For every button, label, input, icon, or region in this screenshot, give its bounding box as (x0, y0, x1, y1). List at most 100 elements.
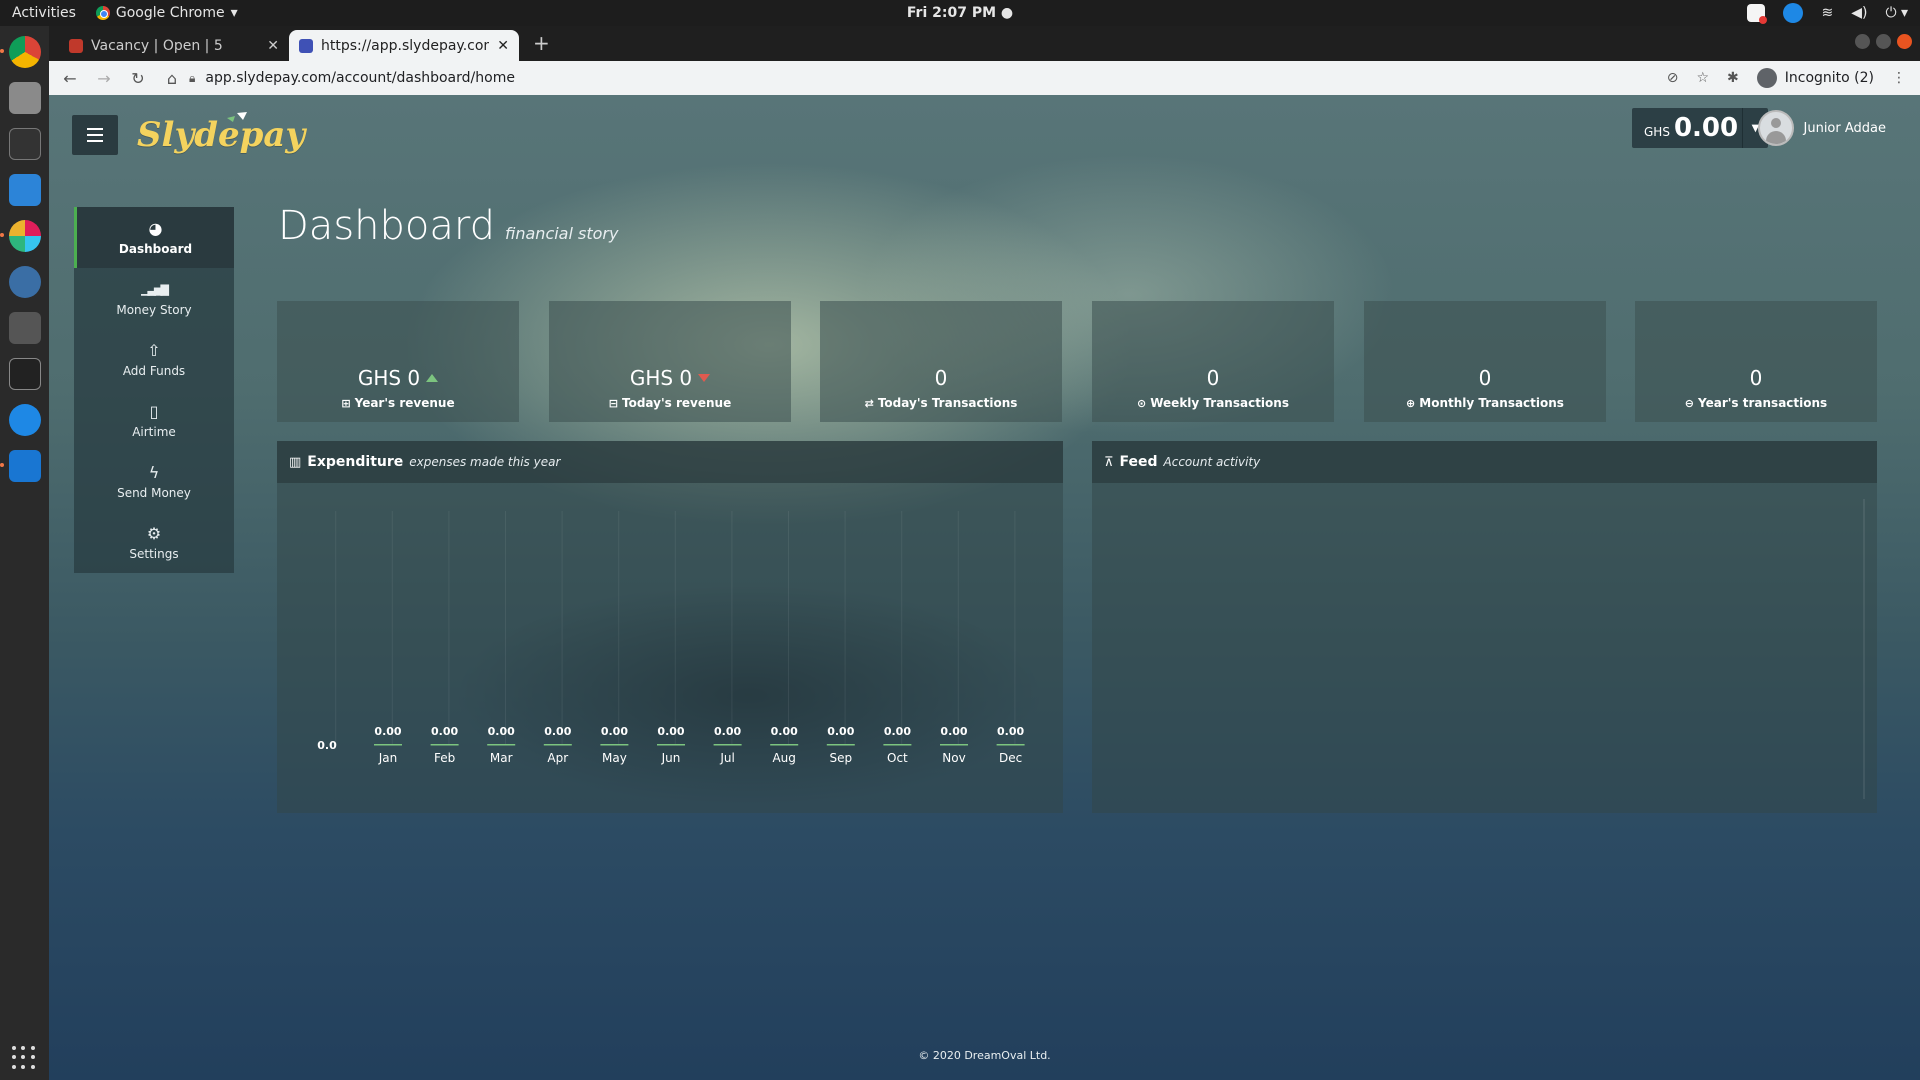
close-icon[interactable]: ✕ (497, 38, 509, 54)
balance-widget[interactable]: GHS 0.00 ▼ (1632, 108, 1768, 148)
sidebar-item-dashboard[interactable]: ◕ Dashboard (74, 207, 234, 268)
home-icon[interactable]: ⌂ (159, 69, 185, 88)
power-icon[interactable]: ⏻ ▾ (1885, 5, 1908, 21)
sidebar-item-add-funds[interactable]: ⇧ Add Funds (74, 329, 234, 390)
window-controls (1855, 34, 1912, 49)
stat-label: Today's revenue (622, 396, 732, 410)
x-tick-label: May (602, 751, 627, 765)
panel-title: Expenditure (307, 454, 404, 470)
back-arrow-icon[interactable]: ← (57, 69, 83, 88)
lock-icon[interactable]: 🔒︎ (189, 71, 195, 86)
incognito-icon (1756, 68, 1777, 88)
slydepay-page: Slydepay GHS 0.00 ▼ Junior Addae ◕ Dashb… (49, 95, 1920, 1080)
teamviewer-tray-icon[interactable] (1783, 3, 1804, 23)
tray-app-icon[interactable] (1747, 4, 1768, 24)
sidebar-item-settings[interactable]: ⚙ Settings (74, 512, 234, 573)
sidebar-item-money-story[interactable]: ▁▃▅▇ Money Story (74, 268, 234, 329)
tab-vacancy[interactable]: Vacancy | Open | 5 ✕ (59, 30, 289, 61)
slydepay-logo[interactable]: Slydepay (137, 115, 305, 155)
slack-dock-icon[interactable] (0, 220, 41, 252)
signal-bars-icon: ▁▃▅▇ (141, 282, 169, 296)
volume-icon[interactable]: ◀) (1851, 5, 1867, 21)
teamviewer-dock-icon[interactable] (8, 404, 41, 436)
user-menu[interactable]: Junior Addae (1757, 110, 1887, 146)
url-text[interactable]: app.slydepay.com/account/dashboard/home (205, 70, 515, 86)
extensions-icon[interactable]: ✱ (1727, 70, 1739, 86)
tab-title: Vacancy | Open | 5 (91, 37, 223, 54)
user-name[interactable]: Junior Addae (1804, 121, 1887, 136)
dbeaver-dock-icon[interactable] (8, 312, 41, 344)
chart-bar (713, 744, 742, 746)
star-icon[interactable]: ☆ (1696, 70, 1709, 86)
bar-value-label: 0.00 (997, 725, 1024, 738)
minimize-button[interactable] (1855, 34, 1870, 49)
chrome-dock-icon[interactable] (0, 36, 41, 68)
stat-label: Year's transactions (1698, 396, 1828, 410)
address-bar[interactable]: 🔒︎ app.slydepay.com/account/dashboard/ho… (189, 64, 1920, 92)
x-tick-label: Oct (887, 751, 908, 765)
tab-strip: Vacancy | Open | 5 ✕ https://app.slydepa… (49, 26, 1920, 61)
chevron-down-icon: ▾ (230, 5, 238, 21)
tab-slydepay[interactable]: https://app.slydepay.com ✕ (289, 30, 519, 61)
postgres-dock-icon[interactable] (8, 266, 41, 298)
menu-toggle-button[interactable] (72, 115, 118, 155)
bar-value-label: 0.00 (657, 725, 684, 738)
new-tab-button[interactable]: + (519, 31, 564, 61)
maximize-button[interactable] (1876, 34, 1891, 49)
slydepay-favicon-icon (299, 38, 313, 53)
feed-panel: ⊼ Feed Account activity (1092, 441, 1877, 813)
chart-bar (940, 744, 968, 746)
app-menu[interactable]: Google Chrome ▾ (88, 5, 238, 21)
sidebar-item-airtime[interactable]: ▯ Airtime (74, 390, 234, 451)
feed-scrollbar[interactable] (1863, 499, 1865, 799)
reload-icon[interactable]: ↻ (125, 69, 151, 88)
panel-header: ▥ Expenditure expenses made this year (277, 441, 1063, 483)
stat-card-monthly-transactions: 0 ⊕ Monthly Transactions (1364, 301, 1606, 422)
bar-value-label: 0.00 (374, 725, 401, 738)
close-window-button[interactable] (1897, 34, 1912, 49)
page-title: Dashboard (278, 203, 496, 249)
minus-circle-icon: ⊖ (1684, 396, 1695, 410)
sidebar-item-send-money[interactable]: ϟ Send Money (74, 451, 234, 512)
bolt-icon: ϟ (148, 462, 160, 482)
incognito-label: Incognito (2) (1784, 70, 1874, 86)
page-subtitle: financial story (505, 224, 619, 243)
page-header: Dashboard financial story (278, 203, 618, 249)
x-tick-label: Dec (999, 751, 1022, 765)
forward-arrow-icon[interactable]: → (91, 69, 117, 88)
menu-dots-icon[interactable]: ⋮ (1892, 70, 1906, 86)
chart-bar (430, 744, 459, 746)
dashboard-icon: ◕ (148, 218, 163, 238)
eye-off-icon[interactable]: ⊘ (1667, 70, 1679, 86)
panel-title: Feed (1119, 454, 1158, 470)
sitemap-icon: ⊼ (1104, 454, 1114, 470)
wifi-icon[interactable]: ≋ (1821, 5, 1833, 21)
stat-value: 0 (934, 366, 948, 390)
vscode-dock-icon[interactable] (8, 174, 41, 206)
file-manager-dock-icon[interactable] (8, 82, 41, 114)
system-monitor-dock-icon[interactable] (8, 358, 41, 390)
expenditure-panel: ▥ Expenditure expenses made this year 0.… (277, 441, 1063, 813)
document-dock-icon[interactable] (0, 450, 41, 482)
incognito-indicator[interactable]: Incognito (2) (1756, 68, 1874, 88)
close-icon[interactable]: ✕ (267, 38, 279, 54)
sidebar-item-label: Airtime (132, 424, 176, 439)
trend-down-icon (698, 374, 711, 382)
plus-square-icon: ⊞ (341, 396, 351, 410)
upload-arrow-icon: ⇧ (147, 340, 161, 360)
avatar[interactable] (1757, 110, 1794, 146)
terminal-dock-icon[interactable] (8, 128, 41, 160)
bar-value-label: 0.00 (488, 725, 515, 738)
chart-bar (600, 744, 629, 746)
panel-header: ⊼ Feed Account activity (1092, 441, 1877, 483)
bar-value-label: 0.00 (714, 725, 741, 738)
plus-circle-icon: ⊕ (1406, 396, 1416, 410)
stat-value: 0 (1749, 366, 1763, 390)
x-tick-label: Mar (490, 751, 513, 765)
activities-button[interactable]: Activities (0, 5, 88, 21)
exchange-icon: ⇄ (864, 396, 874, 410)
clock[interactable]: Fri 2:07 PM ● (0, 5, 1920, 21)
expenditure-chart: 0.0 0.00 Jan 0.00 Feb 0.00 Mar 0.00 Apr 0.00 May 0.… (317, 511, 1025, 765)
show-applications-icon[interactable] (12, 1046, 36, 1070)
bar-value-label: 0.00 (544, 725, 571, 738)
